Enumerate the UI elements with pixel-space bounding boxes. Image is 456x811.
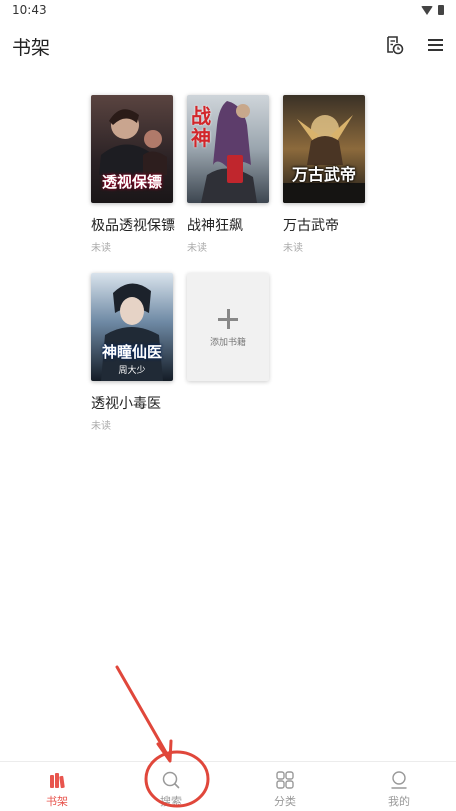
reading-history-button[interactable] — [384, 35, 404, 55]
app-header: 书架 — [0, 26, 456, 64]
profile-icon — [391, 771, 407, 789]
search-icon — [162, 771, 180, 789]
cover-title-text: 透视保镖 — [101, 173, 162, 191]
cover-title-text: 战神 — [191, 104, 211, 150]
book-title[interactable]: 战神狂飙 — [187, 215, 283, 235]
cover-title-text: 神瞳仙医 — [101, 343, 162, 361]
book-status: 未读 — [91, 421, 111, 432]
nav-item-profile[interactable]: 我的 — [342, 762, 456, 811]
book-status: 未读 — [283, 243, 303, 254]
nav-label: 分类 — [274, 795, 296, 808]
book-cover[interactable]: 万古武帝 — [283, 95, 365, 203]
book-cover[interactable]: 神瞳仙医 周大少 — [91, 273, 173, 381]
menu-button[interactable] — [426, 36, 446, 54]
book-title[interactable]: 透视小毒医 — [91, 393, 187, 413]
status-icons — [421, 5, 444, 15]
book-cover[interactable]: 透视保镖 — [91, 95, 173, 203]
nav-label: 书架 — [46, 795, 68, 808]
book-title[interactable]: 极品透视保镖 — [91, 215, 187, 235]
book-item[interactable]: 万古武帝 万古武帝 未读 — [283, 95, 379, 254]
add-book-button[interactable]: 添加书籍 — [187, 273, 269, 381]
book-cover[interactable]: 战神 — [187, 95, 269, 203]
book-item[interactable]: 透视保镖 极品透视保镖 未读 — [91, 95, 187, 254]
bookshelf-icon — [50, 773, 65, 789]
bottom-nav: 书架 搜索 分类 我的 — [0, 761, 456, 811]
page-title: 书架 — [12, 37, 51, 59]
nav-label: 我的 — [388, 795, 410, 808]
nav-label: 搜索 — [160, 795, 182, 808]
book-status: 未读 — [91, 243, 111, 254]
nav-item-search[interactable]: 搜索 — [114, 762, 228, 811]
nav-item-category[interactable]: 分类 — [228, 762, 342, 811]
book-item[interactable]: 神瞳仙医 周大少 透视小毒医 未读 — [91, 273, 187, 432]
cover-author-text: 周大少 — [118, 366, 146, 376]
reading-history-icon — [387, 36, 404, 55]
status-bar: 10:43 — [0, 0, 456, 22]
nav-item-bookshelf[interactable]: 书架 — [0, 762, 114, 811]
book-item[interactable]: 战神 战神狂飙 未读 — [187, 95, 283, 254]
status-time: 10:43 — [12, 3, 47, 17]
book-status: 未读 — [187, 243, 207, 254]
cover-title-text: 万古武帝 — [291, 165, 356, 184]
wifi-icon — [421, 5, 433, 15]
battery-icon — [438, 5, 444, 15]
add-book-label: 添加书籍 — [209, 338, 246, 348]
book-title[interactable]: 万古武帝 — [283, 215, 379, 235]
grid-icon — [276, 771, 294, 789]
annotation-arrow-head — [156, 739, 173, 763]
annotation-arrow-line — [115, 665, 170, 758]
